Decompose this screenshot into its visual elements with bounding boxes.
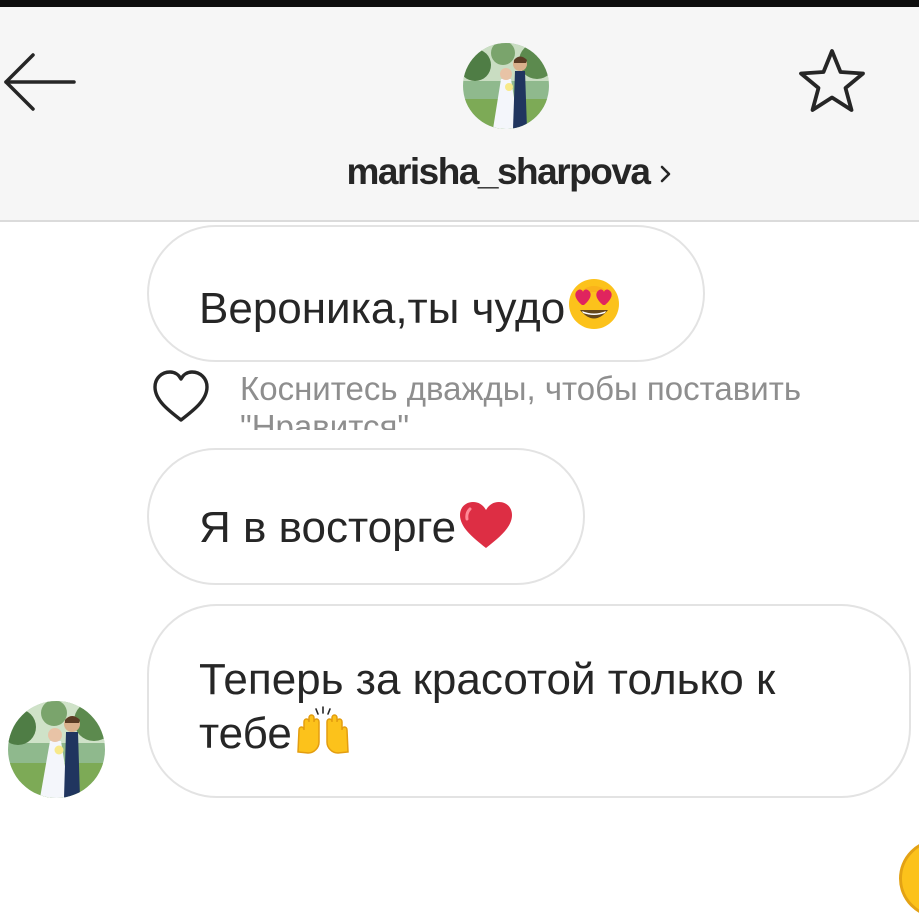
raising-hands-emoji bbox=[297, 706, 349, 754]
heart-eyes-emoji bbox=[569, 279, 620, 329]
message-text: Я в восторге bbox=[199, 503, 457, 552]
back-button[interactable] bbox=[0, 45, 80, 115]
message-text: Вероника,ты чудо bbox=[199, 284, 566, 333]
arrow-left-icon bbox=[4, 53, 76, 111]
smiley-emoji-icon bbox=[899, 844, 919, 913]
like-button[interactable] bbox=[150, 368, 212, 426]
star-outline-icon bbox=[799, 49, 865, 112]
heart-outline-icon bbox=[153, 370, 209, 422]
red-heart-emoji bbox=[460, 502, 513, 548]
sender-avatar[interactable] bbox=[8, 701, 105, 798]
message-bubble[interactable]: Я в восторге bbox=[147, 448, 585, 585]
header-avatar[interactable] bbox=[463, 43, 549, 129]
message-text-line: Теперь за красотой только к bbox=[199, 655, 776, 704]
chat-username: marisha_sharpova bbox=[346, 151, 651, 192]
chevron-right-icon bbox=[660, 165, 670, 183]
like-hint-row: Коснитесь дважды, чтобы поставить "Нрави… bbox=[150, 368, 910, 430]
chat-header: marisha_sharpova bbox=[0, 7, 919, 222]
like-hint-text: Коснитесь дважды, чтобы поставить "Нрави… bbox=[240, 370, 802, 430]
emoji-button[interactable] bbox=[898, 838, 919, 919]
message-bubble[interactable]: Теперь за красотой только к тебе bbox=[147, 604, 911, 798]
username-link[interactable]: marisha_sharpova bbox=[300, 147, 720, 197]
profile-photo bbox=[463, 43, 549, 129]
message-text-line: тебе bbox=[199, 709, 292, 758]
star-button[interactable] bbox=[793, 43, 871, 121]
message-bubble[interactable]: Вероника,ты чудо bbox=[147, 225, 705, 362]
profile-photo bbox=[8, 701, 105, 798]
status-bar-edge bbox=[0, 0, 919, 7]
